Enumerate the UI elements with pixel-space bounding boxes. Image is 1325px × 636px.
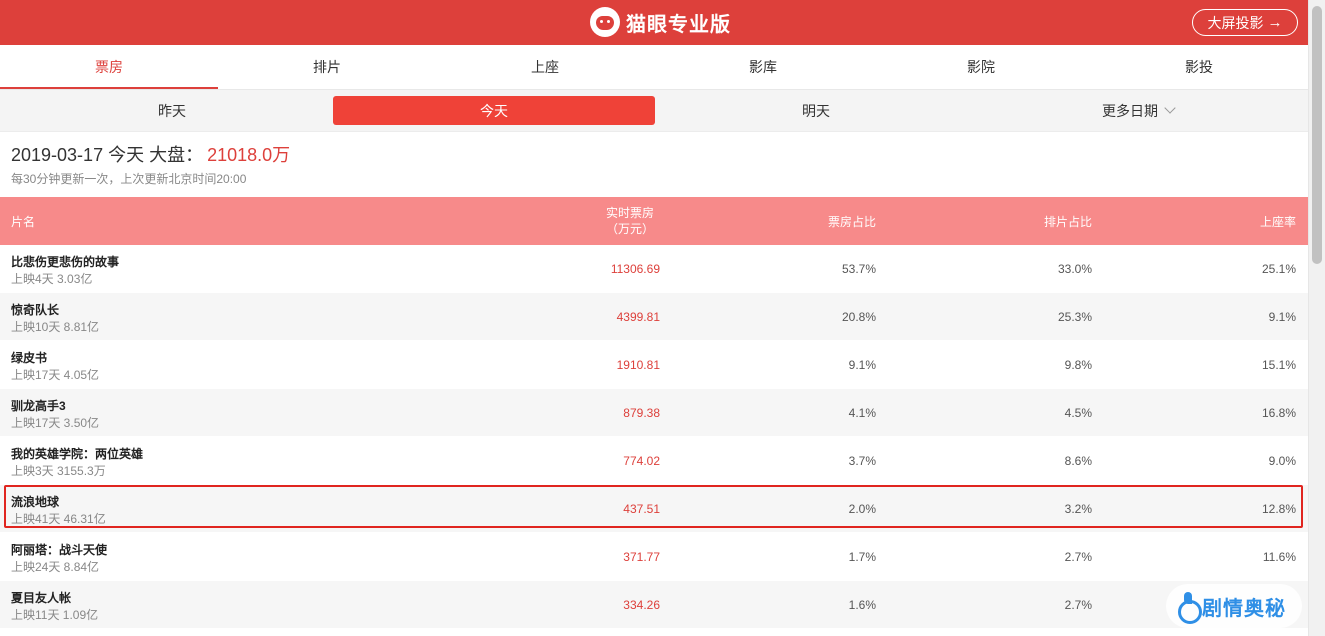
realtime-box-office: 437.51 [623, 502, 660, 516]
schedule-share: 3.2% [1064, 502, 1092, 516]
box-office-share: 1.6% [848, 598, 876, 612]
movie-name: 驯龙高手3 [11, 399, 66, 413]
movie-release-info: 上映11天 1.09亿 [11, 608, 99, 622]
header-realtime-line2: （万元） [605, 222, 654, 236]
tab-schedule[interactable]: 排片 [218, 45, 436, 89]
movie-name: 我的英雄学院：两位英雄 [11, 447, 144, 461]
schedule-share: 25.3% [1057, 310, 1092, 324]
tab-box-office[interactable]: 票房 [0, 45, 218, 89]
header-seat-rate[interactable]: 上座率 [1196, 197, 1296, 245]
seat-rate: 11.6% [1262, 550, 1296, 564]
realtime-box-office: 774.02 [623, 454, 660, 468]
schedule-share: 4.5% [1064, 406, 1092, 420]
movie-name: 阿丽塔：战斗天使 [11, 543, 108, 557]
table-body: 比悲伤更悲伤的故事 上映4天 3.03亿 11306.69 53.7% 33.0… [0, 245, 1308, 629]
box-office-share: 53.7% [841, 262, 876, 276]
box-office-share: 20.8% [841, 310, 876, 324]
header-box-office-share[interactable]: 票房占比 [776, 197, 876, 245]
scrollbar-thumb[interactable] [1312, 6, 1322, 264]
table-row[interactable]: 绿皮书 上映17天 4.05亿 1910.81 9.1% 9.8% 15.1% [0, 341, 1308, 389]
movie-release-info: 上映24天 8.84亿 [11, 560, 100, 574]
tab-film-library[interactable]: 影库 [654, 45, 872, 89]
box-office-share: 1.7% [848, 550, 876, 564]
table-row[interactable]: 惊奇队长 上映10天 8.81亿 4399.81 20.8% 25.3% 9.1… [0, 293, 1308, 341]
movie-release-info: 上映17天 4.05亿 [11, 368, 100, 382]
movie-name: 惊奇队长 [11, 303, 60, 317]
realtime-box-office: 371.77 [623, 550, 660, 564]
maoyan-cat-logo-icon [590, 7, 620, 37]
chevron-down-icon [1164, 102, 1176, 114]
seat-rate: 12.8% [1261, 502, 1296, 516]
date-tomorrow[interactable]: 明天 [655, 96, 977, 125]
movie-release-info: 上映3天 3155.3万 [11, 464, 106, 478]
watermark-logo-icon [1176, 592, 1202, 624]
seat-rate: 15.1% [1261, 358, 1296, 372]
box-office-share: 3.7% [848, 454, 876, 468]
movie-release-info: 上映17天 3.50亿 [11, 416, 100, 430]
arrow-right-icon: → [1267, 14, 1283, 31]
app-header: 猫眼专业版 大屏投影 → [0, 0, 1308, 45]
schedule-share: 2.7% [1064, 598, 1092, 612]
table-row[interactable]: 流浪地球 上映41天 46.31亿 437.51 2.0% 3.2% 12.8% [0, 485, 1308, 533]
schedule-share: 2.7% [1064, 550, 1092, 564]
tab-attendance[interactable]: 上座 [436, 45, 654, 89]
date-more-dropdown[interactable]: 更多日期 [977, 96, 1299, 125]
table-row[interactable]: 阿丽塔：战斗天使 上映24天 8.84亿 371.77 1.7% 2.7% 11… [0, 533, 1308, 581]
movie-release-info: 上映10天 8.81亿 [11, 320, 100, 334]
header-movie-name: 片名 [11, 214, 36, 229]
realtime-box-office: 1910.81 [616, 358, 660, 372]
box-office-share: 9.1% [848, 358, 876, 372]
table-header: 片名 实时票房 （万元） 票房占比 排片占比 上座率 [0, 197, 1308, 245]
brand-title: 猫眼专业版 [626, 13, 731, 36]
movie-release-info: 上映4天 3.03亿 [11, 272, 93, 286]
seat-rate: 25.1% [1261, 262, 1296, 276]
schedule-share: 8.6% [1064, 454, 1092, 468]
seat-rate: 9.1% [1268, 310, 1296, 324]
update-note: 每30分钟更新一次，上次更新北京时间20:00 [11, 172, 247, 186]
movie-name: 绿皮书 [11, 351, 48, 365]
page: 猫眼专业版 大屏投影 → 票房 排片 上座 影库 影院 影投 昨天 今天 明天 … [0, 0, 1308, 636]
date-today[interactable]: 今天 [333, 96, 655, 125]
header-realtime-line1: 实时票房 [605, 206, 654, 220]
realtime-box-office: 4399.81 [616, 310, 660, 324]
seat-rate: 9.0% [1268, 454, 1296, 468]
summary-date: 2019-03-17 今天 大盘： [11, 145, 204, 165]
realtime-box-office: 879.38 [623, 406, 660, 420]
total-box-office: 21018.0万 [207, 145, 291, 165]
box-office-share: 4.1% [848, 406, 876, 420]
table-row[interactable]: 夏目友人帐 上映11天 1.09亿 334.26 1.6% 2.7% [0, 581, 1308, 629]
schedule-share: 9.8% [1064, 358, 1092, 372]
seat-rate: 16.8% [1261, 406, 1296, 420]
movie-release-info: 上映41天 46.31亿 [11, 512, 106, 526]
box-office-summary: 2019-03-17 今天 大盘： 21018.0万 [11, 141, 290, 167]
movie-name: 比悲伤更悲伤的故事 [11, 255, 120, 269]
date-more-label: 更多日期 [1102, 102, 1158, 119]
tab-cinema-investment[interactable]: 影投 [1090, 45, 1308, 89]
date-selector: 昨天 今天 明天 更多日期 [0, 90, 1308, 132]
brand[interactable]: 猫眼专业版 [590, 7, 731, 37]
main-nav: 票房 排片 上座 影库 影院 影投 [0, 45, 1308, 90]
realtime-box-office: 334.26 [623, 598, 660, 612]
big-screen-projection-label: 大屏投影 [1207, 14, 1264, 31]
tab-cinemas[interactable]: 影院 [872, 45, 1090, 89]
header-realtime-box-office[interactable]: 实时票房 （万元） [560, 197, 660, 245]
table-row[interactable]: 我的英雄学院：两位英雄 上映3天 3155.3万 774.02 3.7% 8.6… [0, 437, 1308, 485]
schedule-share: 33.0% [1057, 262, 1092, 276]
table-row[interactable]: 驯龙高手3 上映17天 3.50亿 879.38 4.1% 4.5% 16.8% [0, 389, 1308, 437]
box-office-share: 2.0% [848, 502, 876, 516]
realtime-box-office: 11306.69 [610, 262, 660, 276]
watermark-text: 剧情奥秘 [1202, 597, 1286, 620]
watermark: 剧情奥秘 [1166, 584, 1302, 628]
movie-name: 流浪地球 [11, 495, 60, 509]
movie-name: 夏目友人帐 [11, 591, 72, 605]
date-yesterday[interactable]: 昨天 [11, 96, 333, 125]
big-screen-projection-button[interactable]: 大屏投影 → [1192, 9, 1298, 36]
header-schedule-share[interactable]: 排片占比 [992, 197, 1092, 245]
table-row[interactable]: 比悲伤更悲伤的故事 上映4天 3.03亿 11306.69 53.7% 33.0… [0, 245, 1308, 293]
vertical-scrollbar[interactable] [1308, 0, 1325, 636]
